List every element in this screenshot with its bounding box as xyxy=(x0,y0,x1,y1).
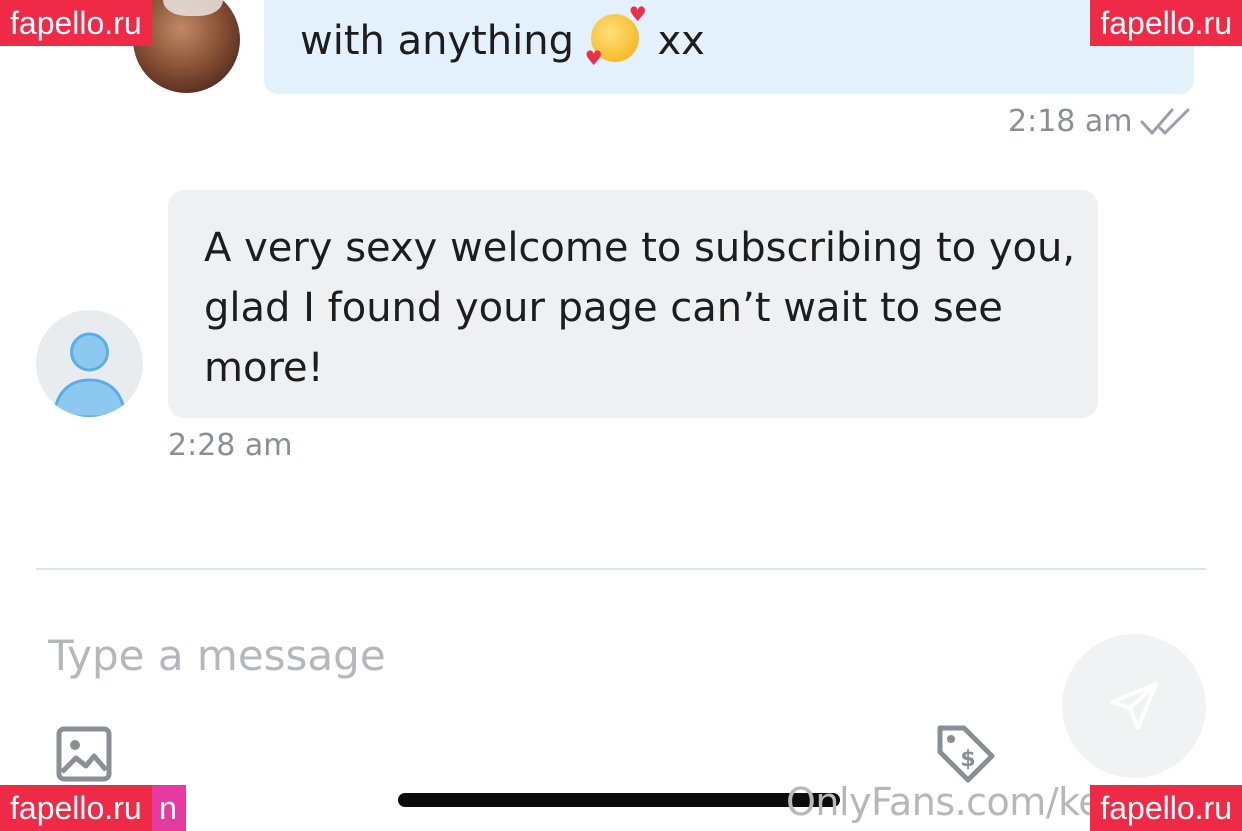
double-check-icon xyxy=(1140,108,1190,135)
send-button[interactable] xyxy=(1062,634,1206,778)
paper-plane-icon xyxy=(1110,682,1158,730)
watermark-top-left: fapello.ru xyxy=(0,0,152,46)
watermark-bottom-right: fapello.ru xyxy=(1090,785,1242,831)
received-message-time: 2:28 am xyxy=(168,428,293,463)
send-tip-button[interactable]: $ xyxy=(934,722,998,786)
user-icon xyxy=(52,332,127,417)
user-avatar[interactable] xyxy=(36,310,143,417)
watermark-bottom-left: fapello.ru xyxy=(0,785,152,831)
composer-divider xyxy=(36,568,1206,570)
footer-url: OnlyFans.com/ke xyxy=(786,780,1102,824)
sent-message-time: 2:18 am xyxy=(1008,104,1133,139)
svg-text:$: $ xyxy=(960,747,975,772)
image-icon xyxy=(56,726,112,782)
watermark-fragment: n xyxy=(150,785,186,831)
sent-message-text: with anything xx xyxy=(300,4,705,68)
received-message-text: A very sexy welcome to subscribing to yo… xyxy=(204,225,1076,391)
message-input[interactable] xyxy=(36,620,1040,690)
sent-message-text-start: with anything xyxy=(300,18,575,64)
attach-image-button[interactable] xyxy=(56,726,112,782)
watermark-top-right: fapello.ru xyxy=(1090,0,1242,46)
price-tag-dollar-icon: $ xyxy=(937,725,995,783)
sent-message-text-end: xx xyxy=(657,18,705,64)
smiling-face-with-hearts-icon xyxy=(585,4,647,68)
home-indicator[interactable] xyxy=(398,793,840,807)
